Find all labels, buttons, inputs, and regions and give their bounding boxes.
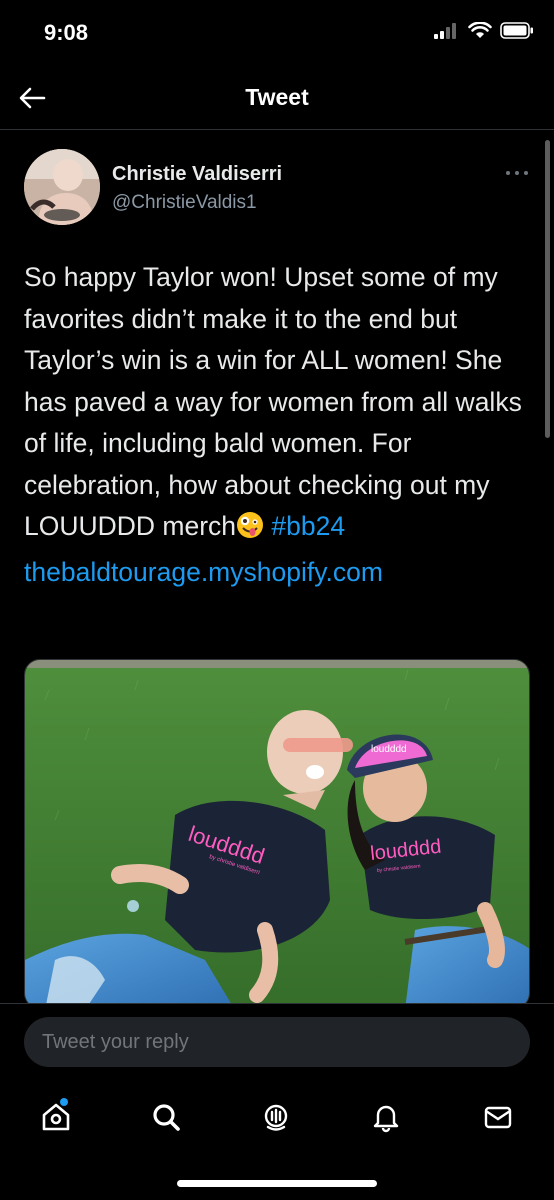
tab-messages[interactable] <box>476 1095 520 1139</box>
status-time: 9:08 <box>44 20 89 45</box>
more-dot-icon <box>515 171 519 175</box>
tweet-body: So happy Taylor won! Upset some of my fa… <box>24 262 522 541</box>
user-handle[interactable]: @ChristieValdis1 <box>112 192 257 214</box>
home-indicator[interactable] <box>177 1180 377 1187</box>
search-icon <box>153 1104 180 1131</box>
tweet-photo[interactable]: loudddd by christie valdiserri loudddd l… <box>24 659 530 1003</box>
more-options-button[interactable] <box>502 163 532 183</box>
page-title: Tweet <box>245 84 309 110</box>
status-icons <box>434 22 534 39</box>
notification-dot <box>60 1098 68 1106</box>
status-bar: 9:08 <box>0 0 554 68</box>
spaces-icon <box>264 1104 288 1131</box>
signal-icon <box>434 22 456 39</box>
reply-bar <box>0 1003 554 1079</box>
messages-icon <box>484 1106 512 1129</box>
hashtag-link[interactable]: #bb24 <box>271 511 345 541</box>
shop-link[interactable]: thebaldtourage.myshopify.com <box>24 557 383 587</box>
tweet-header: Tweet <box>0 68 554 130</box>
scrollbar[interactable] <box>545 140 550 438</box>
more-dot-icon <box>506 171 510 175</box>
avatar[interactable] <box>24 149 100 225</box>
tab-notifications[interactable] <box>364 1095 408 1139</box>
tab-spaces[interactable] <box>254 1095 298 1139</box>
tweet-text: So happy Taylor won! Upset some of my fa… <box>24 257 539 593</box>
tab-search[interactable] <box>144 1095 188 1139</box>
bottom-tab-bar <box>0 1079 554 1200</box>
notifications-icon <box>373 1105 399 1133</box>
wifi-icon <box>468 22 492 38</box>
more-dot-icon <box>524 171 528 175</box>
zany-face-emoji-icon <box>236 510 264 552</box>
tweet: Christie Valdiserri @ChristieValdis1 So … <box>0 131 554 1003</box>
battery-icon <box>500 22 533 39</box>
cap-logo: loudddd <box>371 744 407 755</box>
home-icon <box>42 1103 70 1131</box>
display-name[interactable]: Christie Valdiserri <box>112 163 282 186</box>
reply-input[interactable] <box>24 1017 530 1067</box>
tab-home[interactable] <box>34 1095 78 1139</box>
